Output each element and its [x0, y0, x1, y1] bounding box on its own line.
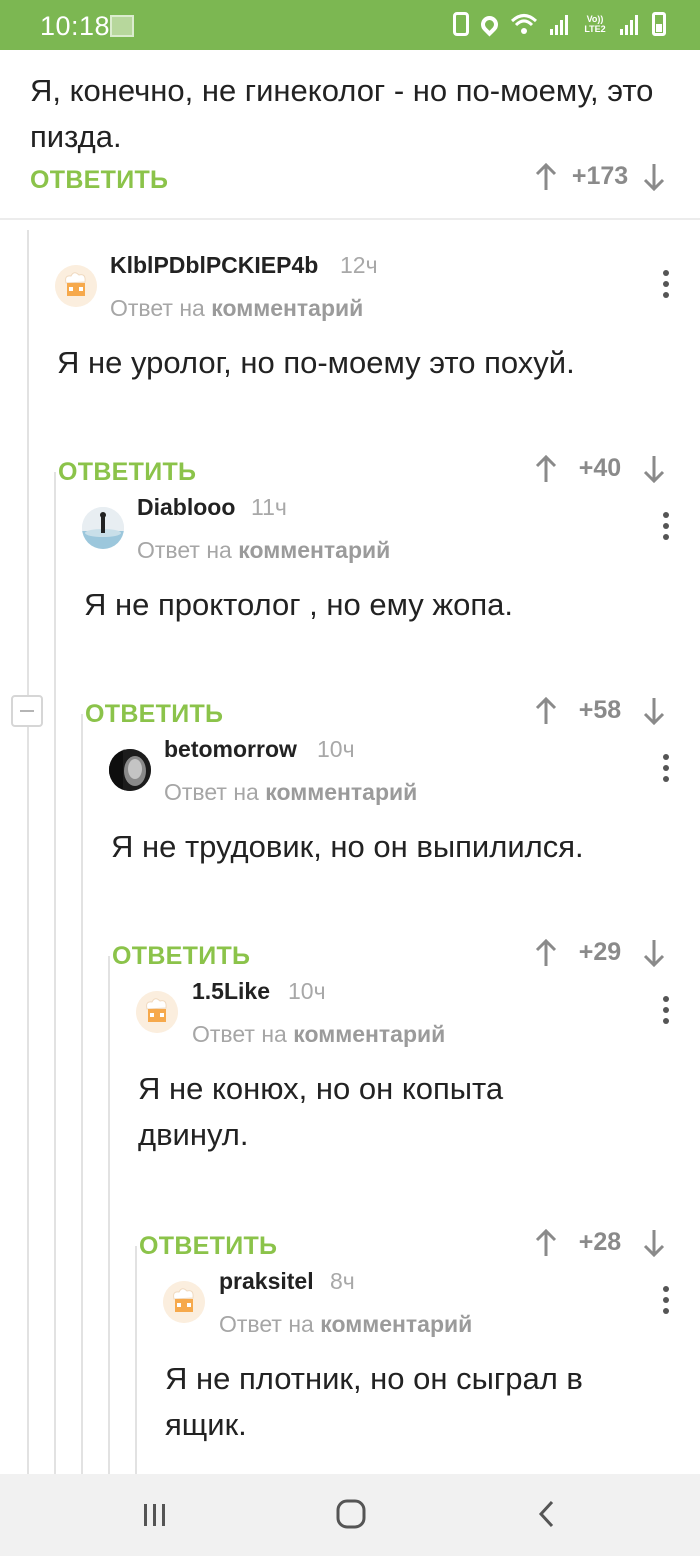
username[interactable]: 1.5Like: [192, 978, 270, 1005]
username[interactable]: praksitel: [219, 1268, 314, 1295]
chef-avatar-icon: [55, 265, 97, 307]
reply-to-label: Ответ на комментарий: [219, 1311, 472, 1338]
divider: [0, 218, 700, 220]
thread-line: [81, 714, 83, 1474]
sim-icon: [110, 15, 134, 37]
comment-score: +173: [571, 162, 629, 190]
downvote-arrow-icon[interactable]: [642, 697, 666, 725]
downvote-arrow-icon[interactable]: [642, 455, 666, 483]
avatar[interactable]: [55, 265, 97, 307]
upvote-arrow-icon[interactable]: [534, 1228, 558, 1257]
reply-to-prefix: Ответ на: [192, 1021, 287, 1047]
username[interactable]: KlblPDblPCKIEP4b: [110, 252, 318, 279]
reply-button[interactable]: ОТВЕТИТЬ: [30, 166, 168, 195]
comments-feed[interactable]: Я, конечно, не гинеколог - но по-моему, …: [0, 50, 700, 1474]
comment-score: +28: [578, 1228, 622, 1256]
downvote-arrow-icon[interactable]: [642, 939, 666, 967]
vote-controls: +40: [522, 454, 678, 483]
reply-to-link[interactable]: комментарий: [293, 1021, 445, 1047]
system-navigation-bar: [0, 1474, 700, 1556]
vote-controls: +29: [522, 938, 678, 967]
vote-controls: +58: [522, 696, 678, 725]
comment-time: 10ч: [317, 736, 355, 762]
avatar[interactable]: [82, 507, 124, 549]
thread-line: [108, 956, 110, 1474]
avatar[interactable]: [163, 1281, 205, 1323]
comment-score: +29: [578, 938, 622, 966]
reply-button[interactable]: ОТВЕТИТЬ: [58, 458, 196, 487]
dark-photo-avatar-icon: [109, 749, 151, 791]
reply-button[interactable]: ОТВЕТИТЬ: [139, 1232, 277, 1261]
thread-line: [54, 472, 56, 1474]
upvote-arrow-icon[interactable]: [534, 696, 558, 725]
upvote-arrow-icon[interactable]: [534, 454, 558, 483]
thread-line: [135, 1246, 137, 1474]
thread-line: [27, 230, 29, 1474]
chef-avatar-icon: [136, 991, 178, 1033]
username[interactable]: betomorrow: [164, 736, 297, 763]
more-options-icon[interactable]: [662, 754, 670, 782]
comment-text: Я, конечно, не гинеколог - но по-моему, …: [30, 73, 654, 154]
comment-text: Я не уролог, но по-моему это похуй.: [57, 345, 575, 380]
reply-to-label: Ответ на комментарий: [192, 1021, 445, 1048]
reply-to-label: Ответ на комментарий: [110, 295, 363, 322]
reply-to-link[interactable]: комментарий: [265, 779, 417, 805]
downvote-arrow-icon[interactable]: [642, 163, 666, 191]
reply-to-prefix: Ответ на: [164, 779, 259, 805]
reply-to-prefix: Ответ на: [137, 537, 232, 563]
status-time: 10:18: [40, 11, 111, 41]
chef-avatar-icon: [163, 1281, 205, 1323]
status-bar: 10:18 Vo)) LTE2: [0, 0, 700, 50]
vote-controls: +173: [522, 162, 678, 191]
photo-avatar-icon: [82, 507, 124, 549]
reply-to-prefix: Ответ на: [110, 295, 205, 321]
comment-score: +40: [578, 454, 622, 482]
avatar[interactable]: [136, 991, 178, 1033]
username[interactable]: Diablooo: [137, 494, 235, 521]
reply-to-prefix: Ответ на: [219, 1311, 314, 1337]
collapse-thread-button[interactable]: [11, 695, 43, 727]
comment-text: Я не плотник, но он сыграл в ящик.: [165, 1361, 583, 1442]
more-options-icon[interactable]: [662, 512, 670, 540]
battery-icon: [652, 12, 666, 36]
reply-to-label: Ответ на комментарий: [137, 537, 390, 564]
reply-to-link[interactable]: комментарий: [211, 295, 363, 321]
home-icon[interactable]: [335, 1498, 367, 1530]
back-icon[interactable]: [535, 1498, 559, 1530]
comment-text: Я не проктолог , но ему жопа.: [84, 587, 513, 622]
signal-icon: [550, 13, 570, 35]
reply-to-link[interactable]: комментарий: [320, 1311, 472, 1337]
reply-button[interactable]: ОТВЕТИТЬ: [85, 700, 223, 729]
comment-score: +58: [578, 696, 622, 724]
downvote-arrow-icon[interactable]: [642, 1229, 666, 1257]
comment-time: 12ч: [340, 252, 378, 278]
comment-time: 11ч: [251, 494, 287, 520]
volte-icon: Vo)) LTE2: [584, 14, 606, 34]
vote-controls: +28: [522, 1228, 678, 1257]
wifi-icon: [510, 12, 538, 36]
reply-button[interactable]: ОТВЕТИТЬ: [112, 942, 250, 971]
reply-to-link[interactable]: комментарий: [238, 537, 390, 563]
more-options-icon[interactable]: [662, 270, 670, 298]
comment-time: 10ч: [288, 978, 326, 1004]
more-options-icon[interactable]: [662, 1286, 670, 1314]
battery-saver-icon: [453, 12, 469, 36]
more-options-icon[interactable]: [662, 996, 670, 1024]
comment-time: 8ч: [330, 1268, 355, 1294]
comment-text: Я не конюх, но он копыта двинул.: [138, 1071, 504, 1152]
avatar[interactable]: [109, 749, 151, 791]
recents-icon[interactable]: [141, 1498, 169, 1530]
reply-to-label: Ответ на комментарий: [164, 779, 417, 806]
status-icons: Vo)) LTE2: [453, 11, 666, 37]
comment-text: Я не трудовик, но он выпилился.: [111, 829, 584, 864]
signal-icon-2: [620, 13, 640, 35]
upvote-arrow-icon[interactable]: [534, 938, 558, 967]
upvote-arrow-icon[interactable]: [534, 162, 558, 191]
location-icon: [477, 11, 502, 37]
